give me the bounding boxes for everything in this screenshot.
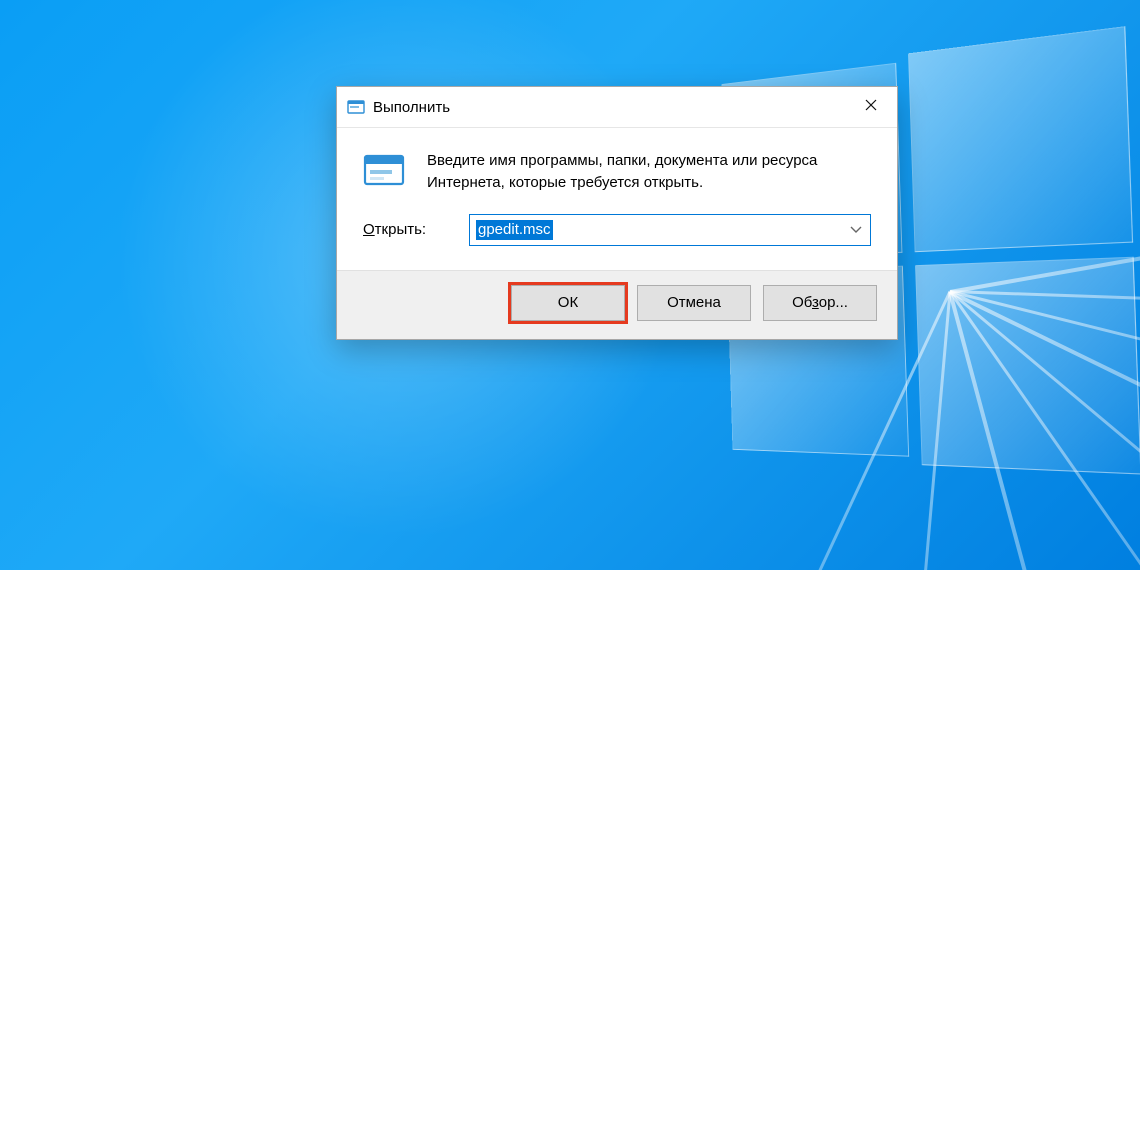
open-input-value: gpedit.msc [476,220,553,240]
run-app-icon [347,98,365,116]
ok-button[interactable]: ОК [511,285,625,321]
cancel-button-label: Отмена [667,294,721,311]
open-label: Открыть: [363,221,449,238]
instruction-text: Введите имя программы, папки, документа … [427,150,871,194]
run-dialog: Выполнить Введите имя программы, папки, … [336,86,898,340]
button-bar: ОК Отмена Обзор... [337,270,897,339]
close-icon [865,98,877,116]
titlebar: Выполнить [337,87,897,128]
browse-button[interactable]: Обзор... [763,285,877,321]
browse-button-label: Обзор... [792,294,848,311]
run-dialog-icon [363,150,407,194]
ok-button-label: ОК [558,294,578,311]
open-input[interactable]: gpedit.msc [469,214,871,246]
dialog-title: Выполнить [373,99,450,116]
close-button[interactable] [845,87,897,127]
chevron-down-icon[interactable] [850,223,862,237]
cancel-button[interactable]: Отмена [637,285,751,321]
